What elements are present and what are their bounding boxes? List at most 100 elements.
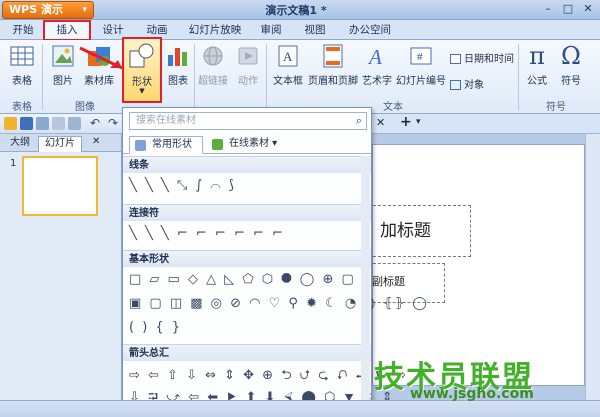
title-placeholder[interactable]: 加标题 bbox=[363, 205, 471, 257]
svg-text:#: # bbox=[417, 52, 423, 63]
ribbon-divider bbox=[518, 44, 519, 110]
shapes-dropdown: 搜索在线素材 ⌕ 常用形状 在线素材 ▾ 线条 ╲ ╲ ╲ ⤡ ∫ ⌒ ⟆ 连接符… bbox=[122, 107, 427, 413]
hyperlink-label: 超链接 bbox=[198, 76, 228, 87]
wordart-label: 艺术字 bbox=[362, 76, 392, 87]
dropdown-scrollbar[interactable] bbox=[361, 156, 370, 408]
table-icon bbox=[10, 46, 34, 66]
close-icon[interactable]: ✕ bbox=[376, 116, 385, 129]
textbox-button[interactable]: A 文本框 bbox=[270, 43, 306, 95]
object-button[interactable]: 对象 bbox=[450, 76, 484, 91]
shape-row-basic-2[interactable]: ▣ ▢ ◫ ▩ ◎ ⊘ ◠ ♡ ⚲ ✹ ☾ ◔ ⦅⦆ ⦃⦄ ◯ bbox=[129, 296, 429, 311]
shape-label: 形状 bbox=[132, 77, 152, 88]
symbol-label: 符号 bbox=[561, 76, 581, 87]
action-button[interactable]: 动作 bbox=[234, 43, 262, 95]
dropdown-tabs: 常用形状 在线素材 ▾ bbox=[123, 134, 371, 154]
chevron-down-icon: ▼ bbox=[139, 87, 145, 95]
shape-row-basic-3[interactable]: ( ) { } bbox=[129, 320, 182, 335]
document-tab-bar: ✕ + ▾ bbox=[372, 114, 600, 134]
tab-online-material-label: 在线素材 bbox=[229, 138, 269, 149]
tab-view[interactable]: 视图 bbox=[298, 22, 332, 40]
table-label: 表格 bbox=[12, 76, 32, 87]
chart-label: 图表 bbox=[168, 76, 188, 87]
slide-number-icon: # bbox=[410, 47, 432, 65]
app-menu-button[interactable]: WPS 演示 ▾ bbox=[2, 1, 94, 19]
open-icon[interactable] bbox=[4, 117, 17, 130]
watermark-url: www.jsgho.com bbox=[410, 386, 534, 402]
picture-label: 图片 bbox=[53, 76, 73, 87]
annotation-arrow-icon bbox=[79, 46, 123, 70]
save-icon[interactable] bbox=[20, 117, 33, 130]
tab-slideshow[interactable]: 幻灯片放映 bbox=[184, 22, 246, 40]
header-footer-button[interactable]: 页眉和页脚 bbox=[306, 43, 360, 95]
slides-panel: 大纲 幻灯片 ✕ 1 bbox=[0, 134, 122, 404]
shape-row-connectors[interactable]: ╲ ╲ ╲ ⌐ ⌐ ⌐ ⌐ ⌐ ⌐ bbox=[129, 226, 285, 241]
action-icon bbox=[238, 47, 258, 65]
formula-label: 公式 bbox=[527, 76, 547, 87]
section-connectors: 连接符 bbox=[123, 204, 371, 221]
tab-slides[interactable]: 幻灯片 bbox=[38, 136, 82, 152]
symbol-button[interactable]: Ω 符号 bbox=[556, 43, 586, 95]
tab-insert[interactable]: 插入 bbox=[43, 20, 91, 41]
chart-button[interactable]: 图表 bbox=[164, 43, 192, 95]
close-icon[interactable]: ✕ bbox=[92, 136, 100, 147]
tab-home[interactable]: 开始 bbox=[8, 22, 38, 40]
omega-icon: Ω bbox=[561, 42, 581, 70]
formula-button[interactable]: π 公式 bbox=[522, 43, 552, 95]
slide-number-button[interactable]: # 幻灯片编号 bbox=[394, 43, 448, 95]
search-placeholder: 搜索在线素材 bbox=[136, 115, 196, 126]
slide-thumbnail[interactable] bbox=[22, 156, 98, 216]
section-block-arrows: 箭头总汇 bbox=[123, 344, 371, 361]
redo-icon[interactable]: ↷ bbox=[108, 117, 121, 130]
app-name: WPS 演示 bbox=[9, 3, 63, 16]
minimize-button[interactable]: – bbox=[538, 2, 558, 18]
wordart-icon: A bbox=[367, 45, 382, 69]
spell-check-icon[interactable] bbox=[68, 117, 81, 130]
group-label-text: 文本 bbox=[383, 102, 403, 113]
print-icon[interactable] bbox=[36, 117, 49, 130]
hyperlink-button[interactable]: 超链接 bbox=[196, 43, 230, 95]
ribbon-tab-bar: 开始 插入 设计 动画 幻灯片放映 审阅 视图 办公空间 ? ⌂ ✿ ⚙ ^ bbox=[0, 20, 600, 57]
shapes-icon bbox=[135, 140, 146, 151]
object-label: 对象 bbox=[464, 80, 484, 91]
svg-text:A: A bbox=[367, 45, 382, 69]
textbox-label: 文本框 bbox=[273, 76, 303, 87]
table-button[interactable]: 表格 bbox=[6, 43, 38, 95]
search-input[interactable]: 搜索在线素材 ⌕ bbox=[129, 112, 367, 130]
ribbon-divider bbox=[42, 44, 43, 110]
tab-outline[interactable]: 大纲 bbox=[4, 136, 36, 152]
wordart-button[interactable]: A 艺术字 bbox=[360, 43, 394, 95]
object-icon bbox=[450, 80, 461, 90]
preview-icon[interactable] bbox=[52, 117, 65, 130]
textbox-icon: A bbox=[278, 45, 298, 67]
group-label-symbol: 符号 bbox=[546, 102, 566, 113]
status-bar bbox=[0, 400, 600, 417]
panel-tabs: 大纲 幻灯片 ✕ bbox=[0, 134, 121, 152]
material-icon bbox=[212, 139, 223, 150]
chevron-down-icon[interactable]: ▾ bbox=[416, 117, 421, 127]
tab-online-material[interactable]: 在线素材 ▾ bbox=[207, 136, 287, 154]
ribbon-divider bbox=[194, 44, 195, 110]
undo-icon[interactable]: ↶ bbox=[90, 117, 103, 130]
chevron-down-icon: ▾ bbox=[82, 5, 87, 15]
new-tab-button[interactable]: + bbox=[400, 114, 412, 130]
section-basic-shapes: 基本形状 bbox=[123, 250, 371, 267]
close-button[interactable]: ✕ bbox=[578, 2, 598, 18]
tab-review[interactable]: 审阅 bbox=[254, 22, 288, 40]
search-icon[interactable]: ⌕ bbox=[356, 113, 362, 129]
section-lines: 线条 bbox=[123, 156, 371, 173]
slide-canvas[interactable]: 加标题 副标题 bbox=[363, 144, 585, 386]
shape-row-basic-1[interactable]: □ ▱ ▭ ◇ △ ◺ ⬠ ⬡ ⯃ ◯ ⊕ ▢ bbox=[129, 272, 356, 287]
maximize-button[interactable]: □ bbox=[558, 2, 578, 18]
tab-office-space[interactable]: 办公空间 bbox=[342, 22, 398, 40]
calendar-icon bbox=[450, 54, 461, 64]
quick-access-toolbar: ↶ ↷ bbox=[0, 114, 135, 134]
document-title: 演示文稿1 * bbox=[265, 4, 327, 17]
slide-number-label: 幻灯片编号 bbox=[396, 76, 446, 87]
material-library-label: 素材库 bbox=[84, 76, 114, 87]
tab-common-shapes[interactable]: 常用形状 bbox=[129, 136, 203, 154]
pi-icon: π bbox=[529, 42, 545, 70]
shape-row-lines[interactable]: ╲ ╲ ╲ ⤡ ∫ ⌒ ⟆ bbox=[129, 178, 236, 193]
globe-link-icon bbox=[203, 46, 223, 66]
datetime-button[interactable]: 日期和时间 bbox=[450, 50, 514, 65]
vertical-scrollbar[interactable] bbox=[585, 134, 600, 400]
